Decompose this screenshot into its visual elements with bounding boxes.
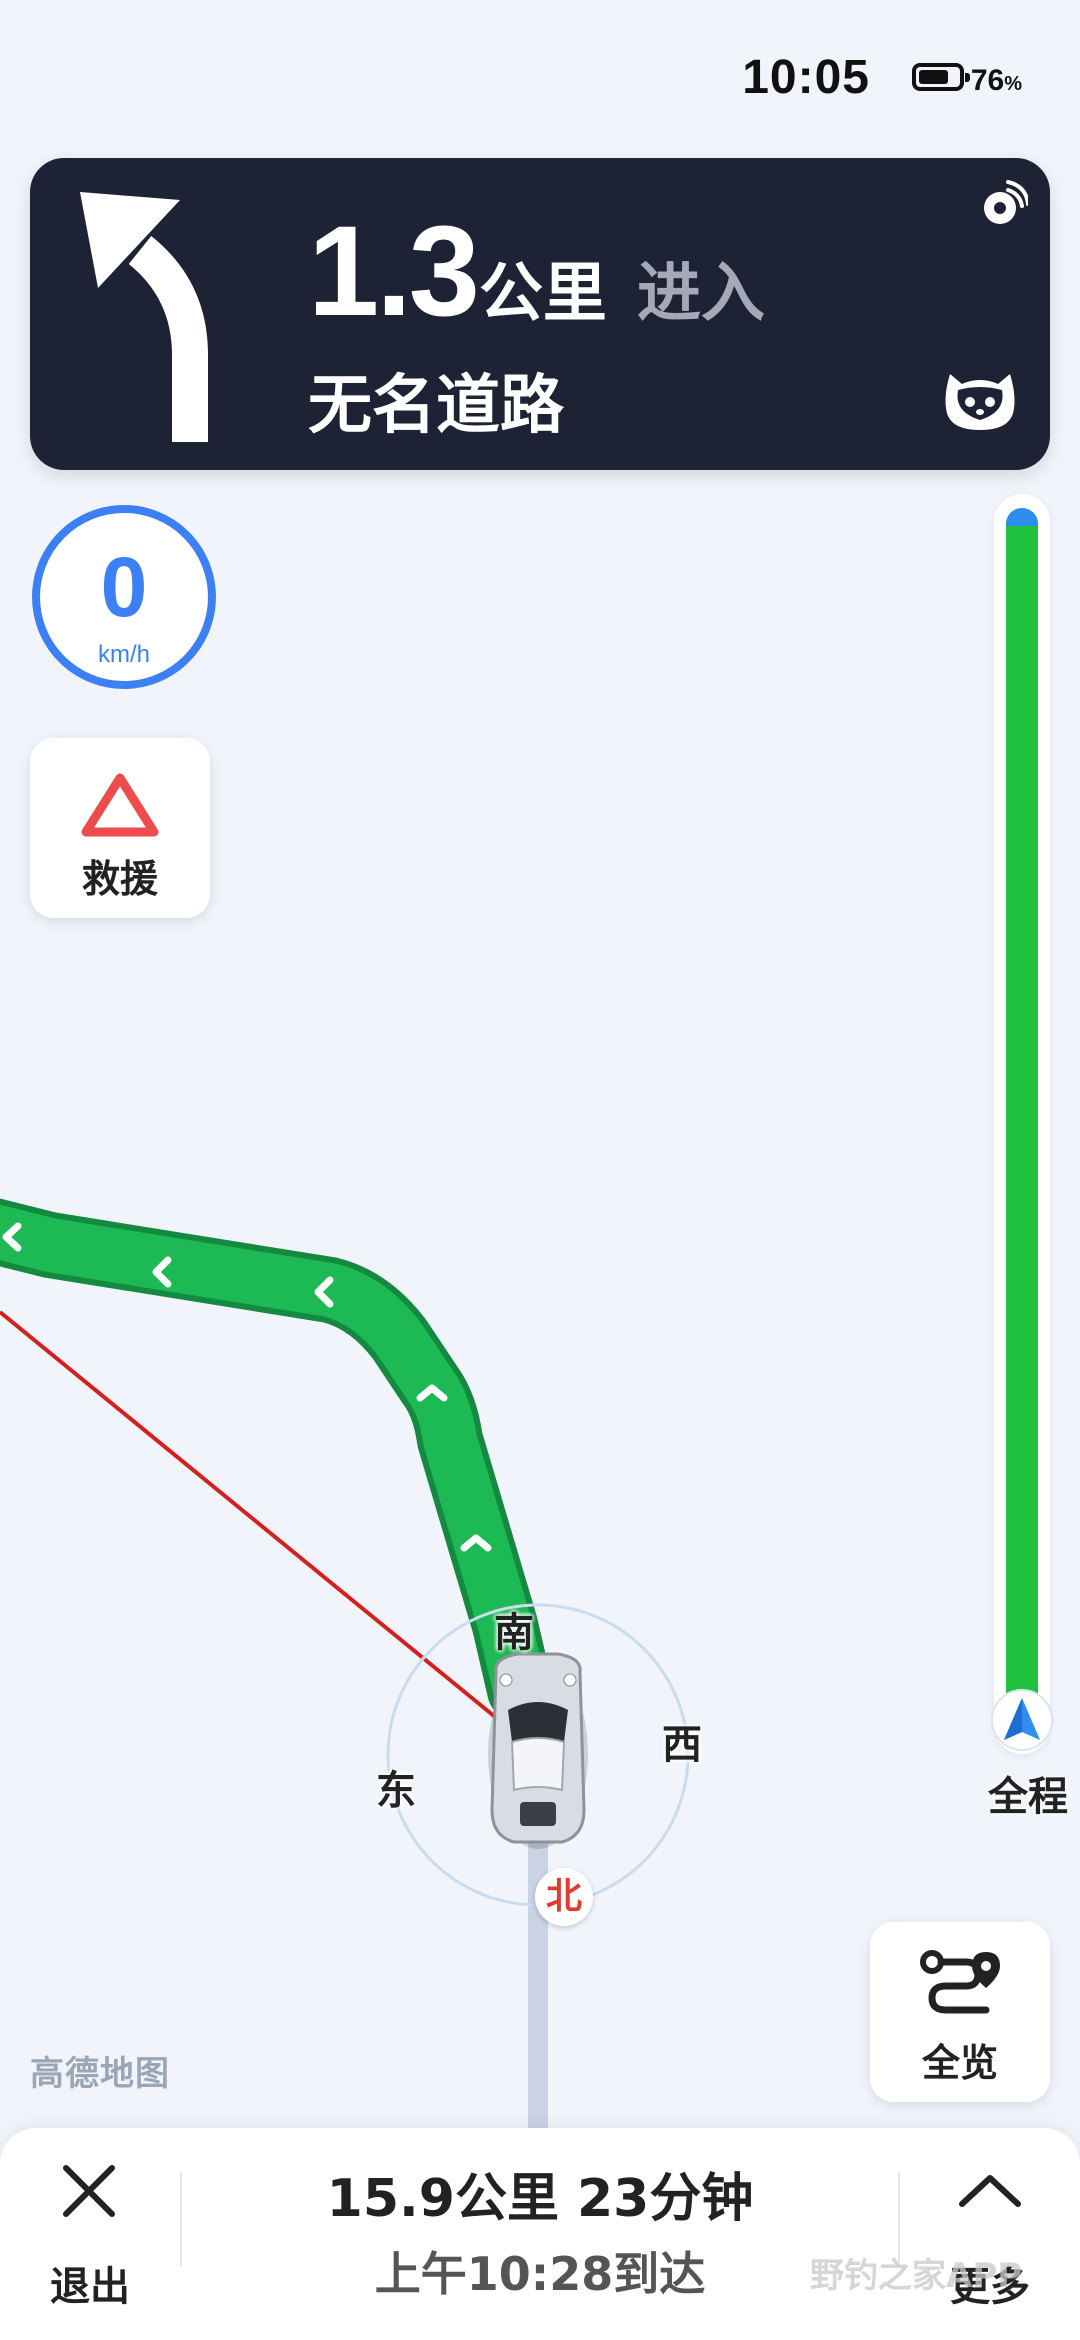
speed-value: 0 (100, 540, 148, 634)
rescue-button[interactable]: 救援 (30, 738, 210, 918)
battery-level-fill (919, 70, 948, 84)
compass-north-badge[interactable]: 北 (535, 1868, 593, 1926)
exit-navigation-button[interactable]: 退出 (20, 2158, 160, 2318)
battery-percent-value: 76 (970, 64, 1005, 97)
battery-percent-unit: % (1004, 73, 1022, 95)
close-icon (63, 2165, 115, 2217)
vehicle-icon (488, 1652, 588, 1849)
map-provider-logo: 高德地图 (30, 2054, 170, 2094)
turn-left-arrow-icon (80, 192, 208, 442)
route-progress-remaining (1006, 508, 1038, 1726)
route-progress-destination (1006, 508, 1038, 526)
status-time: 10:05 (742, 51, 870, 104)
speedometer: 0 km/h (32, 505, 216, 689)
distance-unit: 公里 (478, 257, 607, 331)
road-name: 无名道路 (308, 369, 564, 443)
rescue-label: 救援 (81, 857, 158, 901)
trip-distance: 15.9公里 (326, 2169, 559, 2229)
battery-percent: 76% (971, 64, 1022, 98)
chevron-up-icon (959, 2175, 1021, 2207)
battery-icon (912, 63, 970, 91)
navigation-arrow-icon (991, 1689, 1053, 1751)
assistant-cat-icon[interactable] (940, 360, 1020, 436)
panel-divider-left (180, 2172, 182, 2266)
compass-south-label: 南 (494, 1610, 534, 1656)
route-path (0, 1204, 547, 1717)
trip-summary[interactable]: 15.9公里 23分钟 (200, 2156, 880, 2231)
bottom-trip-panel: 退出 15.9公里 23分钟 上午10:28到达 更多 野钓之家APP (0, 2128, 1080, 2340)
compass-west-label: 西 (662, 1722, 702, 1768)
maneuver-action: 进入 (636, 257, 765, 331)
full-view-label: 全览 (921, 2041, 998, 2085)
route-progress-bar (994, 494, 1050, 1754)
arrival-time: 上午10:28到达 (374, 2247, 706, 2301)
speed-unit: km/h (97, 641, 150, 668)
warning-triangle-icon (81, 773, 159, 837)
status-bar: 10:05 76% (0, 0, 1080, 150)
exit-label: 退出 (50, 2264, 130, 2310)
watermark-text: 野钓之家APP (810, 2256, 1023, 2296)
route-overview-icon (920, 1950, 1000, 2014)
compass-east-label: 东 (376, 1768, 416, 1814)
navigation-instruction-card[interactable]: 1.3公里 进入 无名道路 (30, 158, 1050, 470)
distance-value: 1.3 (308, 200, 480, 343)
distance-row: 1.3公里 进入 (308, 198, 765, 345)
trip-time: 23分钟 (576, 2169, 754, 2229)
full-view-button[interactable]: 全览 (870, 1922, 1050, 2102)
route-overview-label: 全程 (988, 1774, 1068, 1820)
broadcast-icon[interactable] (978, 180, 1028, 230)
